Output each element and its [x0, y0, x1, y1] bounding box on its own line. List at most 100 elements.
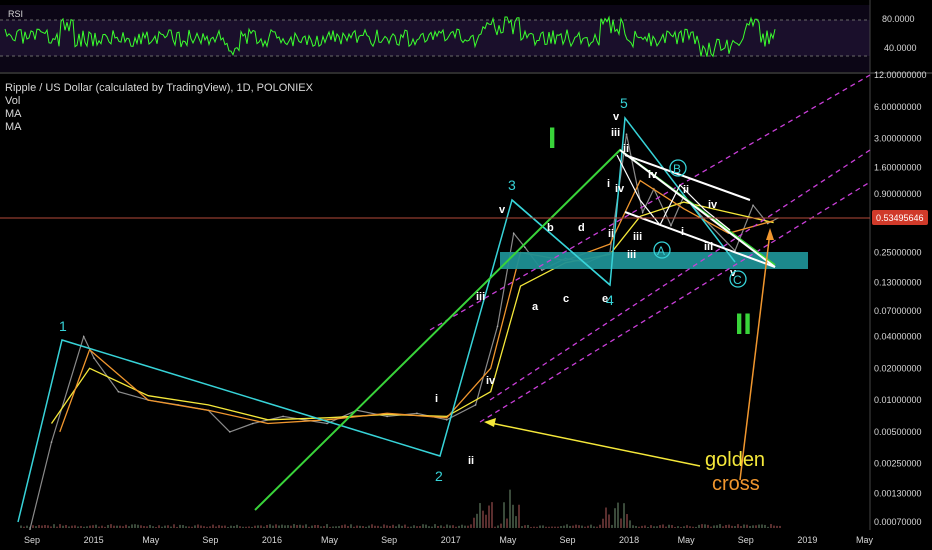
volume-bar	[743, 524, 745, 528]
rsi-label: RSI	[8, 9, 23, 19]
sub-label-v-top: v	[613, 111, 620, 123]
volume-bar	[620, 518, 622, 528]
volume-bar	[128, 526, 130, 528]
volume-bar	[752, 525, 754, 528]
volume-bar	[614, 508, 616, 528]
volume-bar	[224, 525, 226, 528]
x-axis: Sep 2015 May Sep 2016 May Sep 2017 May Sep 2018 May…	[24, 535, 874, 545]
y-tick-label: 0.00500000	[874, 427, 922, 437]
volume-bar	[401, 525, 403, 528]
x-tick-label: May	[142, 535, 160, 545]
volume-bar	[710, 526, 712, 528]
volume-bar	[227, 526, 229, 528]
volume-bar	[434, 524, 436, 528]
volume-bar	[662, 524, 664, 528]
volume-bar	[71, 525, 73, 528]
volume-bar	[758, 524, 760, 528]
volume-bar	[683, 526, 685, 528]
volume-bar	[194, 525, 196, 528]
volume-bar	[767, 526, 769, 528]
volume-bar	[338, 526, 340, 528]
volume-bar	[629, 520, 631, 528]
volume-bar	[62, 525, 64, 528]
wave-label-2: 2	[435, 468, 443, 484]
volume-bar	[671, 525, 673, 528]
sub-label-i: i	[435, 393, 438, 405]
y-tick-label: 0.04000000	[874, 332, 922, 342]
volume-bar	[734, 526, 736, 528]
sub-label-iii: iii	[476, 291, 485, 303]
volume-bar	[575, 524, 577, 528]
volume-bar	[467, 525, 469, 528]
volume-bar	[296, 525, 298, 528]
volume-bar	[491, 502, 493, 528]
volume-bar	[47, 525, 49, 528]
volume-bar	[518, 504, 520, 528]
volume-bar	[386, 525, 388, 528]
volume-bar	[746, 524, 748, 528]
volume-bar	[545, 526, 547, 528]
volume-bar	[167, 525, 169, 528]
volume-bar	[104, 526, 106, 528]
volume-bar	[248, 526, 250, 528]
volume-bar	[533, 526, 535, 528]
x-tick-label: May	[499, 535, 517, 545]
volume-bar	[290, 525, 292, 528]
volume-bar	[581, 525, 583, 528]
volume-bar	[89, 525, 91, 528]
sub-label-iv-left: iv	[615, 183, 625, 195]
volume-bar	[572, 525, 574, 528]
volume-bar	[77, 526, 79, 528]
volume-bar	[605, 507, 607, 528]
sub-label-ii-top: ii	[623, 143, 629, 155]
wave-label-5: 5	[620, 95, 628, 111]
volume-bar	[623, 503, 625, 528]
volume-bar	[251, 526, 253, 528]
volume-bar	[647, 526, 649, 528]
volume-bar	[749, 525, 751, 528]
price-point	[282, 415, 284, 418]
volume-bar	[419, 526, 421, 528]
price-point	[326, 422, 328, 425]
price-point	[625, 133, 628, 135]
volume-bar	[680, 526, 682, 528]
x-tick-label: Sep	[559, 535, 575, 545]
volume-bar	[230, 525, 232, 528]
volume-bar	[776, 525, 778, 528]
volume-bar	[170, 526, 172, 528]
x-tick-label: 2017	[441, 535, 461, 545]
volume-bar	[185, 526, 187, 528]
volume-bar	[329, 526, 331, 528]
volume-bar	[125, 524, 127, 528]
volume-bar	[677, 526, 679, 528]
volume-bar	[425, 524, 427, 528]
volume-bar	[407, 526, 409, 528]
volume-bar	[287, 525, 289, 528]
sub-label-b: b	[547, 222, 554, 234]
volume-bar	[755, 525, 757, 528]
volume-bar	[689, 526, 691, 528]
volume-bar	[476, 513, 478, 528]
y-tick-label: 6.00000000	[874, 102, 922, 112]
sub-label-e: e	[602, 293, 608, 305]
volume-bar	[437, 525, 439, 528]
volume-bar	[515, 516, 517, 528]
volume-bar	[485, 514, 487, 528]
volume-bar	[773, 525, 775, 528]
x-tick-label: 2019	[797, 535, 817, 545]
volume-bar	[695, 526, 697, 528]
volume-bar	[308, 526, 310, 528]
volume-bar	[470, 524, 472, 528]
sub-label-c: c	[563, 293, 569, 305]
volume-bar	[314, 525, 316, 528]
volume-bar	[137, 524, 139, 528]
volume-bar	[716, 525, 718, 528]
price-point	[752, 204, 754, 207]
volume-bar	[92, 525, 94, 528]
volume-bar	[446, 524, 448, 528]
volume-bar	[56, 526, 58, 528]
volume-bar	[284, 525, 286, 528]
price-point	[524, 246, 526, 249]
volume-bar	[536, 526, 538, 528]
volume-bar	[143, 526, 145, 528]
